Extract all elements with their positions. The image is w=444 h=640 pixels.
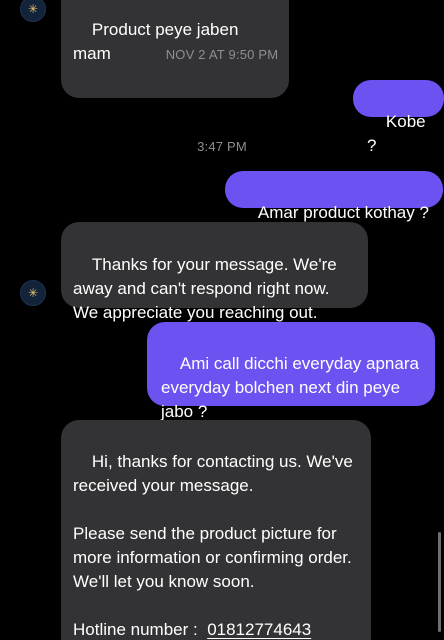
outgoing-message[interactable]: Amar product kothay ?: [225, 171, 443, 222]
outgoing-message[interactable]: Kobe ?: [353, 80, 444, 155]
chat-thread[interactable]: ✳ Product peye jaben mam NOV 2 AT 9:50 P…: [0, 0, 444, 640]
message-text: Ami call dicchi everyday apnara everyday…: [161, 354, 424, 421]
message-text: Hi, thanks for contacting us. We've rece…: [73, 452, 353, 591]
star-icon: ✳: [27, 286, 39, 300]
timestamp-divider: NOV 2 AT 9:50 PM: [165, 47, 279, 62]
sender-avatar[interactable]: ✳: [20, 280, 46, 306]
star-icon: ✳: [27, 2, 39, 16]
hotline-number-link[interactable]: 01812774643: [207, 620, 311, 639]
message-text: Amar product kothay ?: [257, 203, 429, 222]
incoming-message[interactable]: Thanks for your message. We're away and …: [61, 222, 368, 322]
scrollbar[interactable]: [438, 532, 441, 632]
outgoing-message[interactable]: Ami call dicchi everyday apnara everyday…: [147, 322, 435, 421]
message-text: Thanks for your message. We're away and …: [73, 255, 342, 322]
timestamp-divider: 3:47 PM: [197, 139, 247, 154]
hotline-label: Hotline number :: [73, 620, 208, 639]
incoming-message[interactable]: Hi, thanks for contacting us. We've rece…: [61, 420, 371, 640]
sender-avatar[interactable]: ✳: [20, 0, 46, 22]
